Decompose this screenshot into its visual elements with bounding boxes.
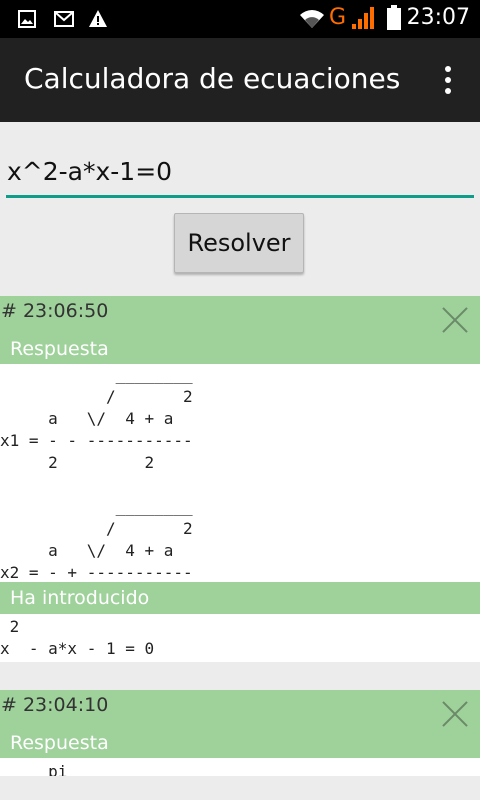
result-timestamp: # 23:04:10 xyxy=(1,694,109,716)
result-card: # 23:04:10 Respuesta pi xyxy=(0,690,480,776)
gallery-icon xyxy=(18,10,36,28)
close-icon[interactable] xyxy=(442,701,468,727)
result-header: # 23:06:50 Respuesta xyxy=(0,296,480,364)
signal-icon xyxy=(352,7,374,29)
input-label: Ha introducido xyxy=(10,587,150,609)
warning-icon xyxy=(89,10,107,27)
wifi-icon xyxy=(300,10,324,28)
answer-label: Respuesta xyxy=(10,338,109,360)
action-bar: Calculadora de ecuaciones xyxy=(0,38,480,122)
result-card: # 23:06:50 Respuesta ________ / 2 a \/ 4… xyxy=(0,296,480,662)
mail-icon xyxy=(54,11,74,27)
result-timestamp: # 23:06:50 xyxy=(1,300,109,322)
answer-text: pi xyxy=(0,758,480,776)
equation-input[interactable] xyxy=(6,148,474,198)
input-echo-text: 2 x - a*x - 1 = 0 xyxy=(0,614,480,662)
input-section-header: Ha introducido xyxy=(0,582,480,614)
status-bar: G 23:07 xyxy=(0,0,480,38)
solve-button[interactable]: Resolver xyxy=(174,213,304,273)
network-type: G xyxy=(329,5,347,30)
overflow-menu-icon[interactable] xyxy=(444,66,452,94)
clock: 23:07 xyxy=(406,5,470,30)
app-title: Calculadora de ecuaciones xyxy=(24,62,401,95)
battery-icon xyxy=(387,5,401,30)
answer-text: ________ / 2 a \/ 4 + a x1 = - - -------… xyxy=(0,364,480,582)
close-icon[interactable] xyxy=(442,307,468,333)
answer-label: Respuesta xyxy=(10,732,109,754)
result-header: # 23:04:10 Respuesta xyxy=(0,690,480,758)
